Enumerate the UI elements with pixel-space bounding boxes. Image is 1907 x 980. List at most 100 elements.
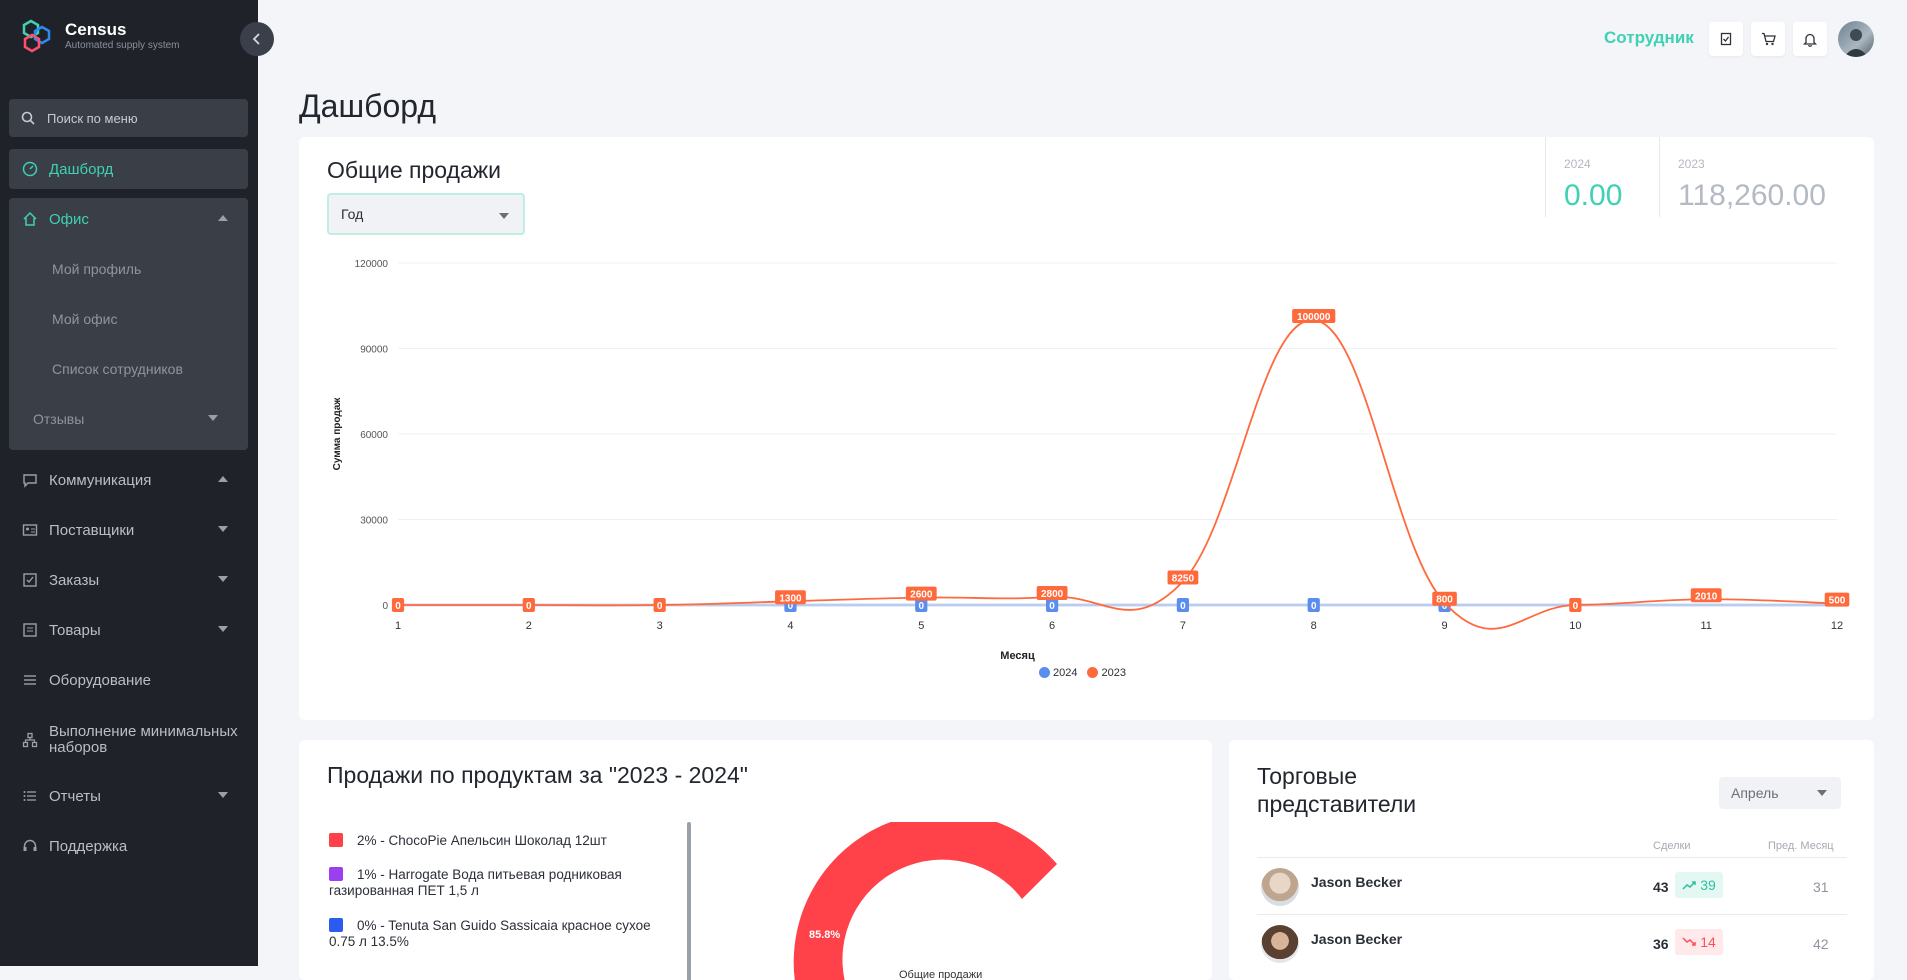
trend-badge: 39 <box>1675 872 1723 898</box>
legend-label: 2023 <box>1101 667 1126 679</box>
y-tick-label: 60000 <box>360 430 388 441</box>
sidebar-item-label: Поставщики <box>49 521 135 539</box>
table-row[interactable]: Jason Becker 36 14 42 <box>1257 914 1847 972</box>
data-label: 0 <box>1311 601 1317 612</box>
sidebar-item-min-sets[interactable]: Выполнение минимальных наборов <box>9 718 248 762</box>
chevron-down-icon <box>218 526 228 532</box>
legend-item-2024[interactable]: 2024 <box>1039 667 1077 679</box>
x-tick-label: 2 <box>526 620 532 632</box>
app-name: Census <box>65 20 127 39</box>
sidebar-subitem-my-office[interactable]: Мой офис <box>52 311 117 327</box>
menu-search-input[interactable] <box>45 109 239 127</box>
id-card-icon <box>22 522 38 538</box>
legend-scrollbar[interactable] <box>687 822 691 980</box>
table-row[interactable]: Jason Becker 43 39 31 <box>1257 857 1847 915</box>
legend-swatch <box>329 833 343 847</box>
legend-swatch <box>329 867 343 881</box>
cart-icon <box>1761 32 1776 46</box>
x-tick-label: 7 <box>1180 620 1186 632</box>
data-label: 2010 <box>1695 591 1718 602</box>
x-tick-label: 4 <box>787 620 793 632</box>
chevron-down-icon <box>208 415 218 421</box>
sidebar-item-label: Выполнение минимальных наборов <box>49 723 238 756</box>
x-tick-label: 3 <box>657 620 663 632</box>
col-header-deals: Сделки <box>1653 840 1691 852</box>
app-logo[interactable]: Census Automated supply system <box>20 19 180 53</box>
pie-legend-item[interactable]: 0% - Tenuta San Guido Sassicaia красное … <box>329 918 669 950</box>
chevron-down-icon <box>218 626 228 632</box>
month-select-value: Апрель <box>1731 785 1779 801</box>
data-label: 800 <box>1436 595 1453 606</box>
chevron-down-icon <box>218 576 228 582</box>
trend-value: 14 <box>1700 934 1716 950</box>
sidebar-item-label: Отчеты <box>49 787 101 805</box>
sidebar-item-label: Товары <box>49 621 101 639</box>
y-tick-label: 90000 <box>360 345 388 356</box>
legend-dot <box>1039 667 1050 678</box>
page-title: Дашборд <box>299 88 436 124</box>
pie-legend-item[interactable]: 2% - ChocoPie Апельсин Шоколад 12шт <box>329 833 669 849</box>
x-axis-title: Месяц <box>1000 650 1035 662</box>
census-logo-icon <box>22 19 51 53</box>
sidebar-item-support[interactable]: Поддержка <box>9 826 248 866</box>
deals-count: 36 <box>1653 936 1669 952</box>
sidebar-subitem-reviews[interactable]: Отзывы <box>9 399 248 439</box>
x-tick-label: 10 <box>1569 620 1581 632</box>
data-label: 0 <box>1049 601 1055 612</box>
pie-legend-item[interactable]: 1% - Harrogate Вода питьевая родниковая … <box>329 867 669 899</box>
sidebar-item-products[interactable]: Товары <box>9 610 248 650</box>
sidebar-item-office[interactable]: Офис <box>9 199 248 239</box>
sidebar-item-label: Поддержка <box>49 837 128 855</box>
cart-button[interactable] <box>1751 22 1785 56</box>
tasks-button[interactable] <box>1709 22 1743 56</box>
legend-swatch <box>329 918 343 932</box>
chevron-up-icon <box>218 476 228 482</box>
legend-dot <box>1087 667 1099 678</box>
sidebar-item-label: Оборудование <box>49 671 152 689</box>
data-label: 500 <box>1829 596 1846 607</box>
data-label: 0 <box>657 601 663 612</box>
sidebar-item-equipment[interactable]: Оборудование <box>9 660 248 700</box>
x-tick-label: 9 <box>1441 620 1447 632</box>
sidebar-subitem-employees[interactable]: Список сотрудников <box>52 361 183 377</box>
sidebar-item-label: Заказы <box>49 571 100 589</box>
data-label: 100000 <box>1297 312 1331 323</box>
sidebar-item-orders[interactable]: Заказы <box>9 560 248 600</box>
data-label: 0 <box>526 601 532 612</box>
deals-count: 43 <box>1653 879 1669 895</box>
data-label: 2600 <box>910 590 933 601</box>
donut-percent-label: 85.8% <box>809 929 840 941</box>
sidebar-subitem-profile[interactable]: Мой профиль <box>52 261 141 277</box>
data-label: 0 <box>918 601 924 612</box>
sidebar-item-label: Отзывы <box>33 411 85 427</box>
sidebar-item-communication[interactable]: Коммуникация <box>9 460 248 500</box>
chat-icon <box>22 472 38 488</box>
notifications-button[interactable] <box>1793 22 1827 56</box>
sales-reps-card: Торговые представители Апрель Сделки Пре… <box>1229 740 1874 980</box>
prev-month-value: 42 <box>1813 936 1829 952</box>
sidebar: Census Automated supply system Дашборд О… <box>0 0 258 966</box>
x-tick-label: 8 <box>1311 620 1317 632</box>
sidebar-item-dashboard[interactable]: Дашборд <box>9 149 248 189</box>
chart-legend: 2024 2023 <box>1039 667 1126 679</box>
clipboard-check-icon <box>1720 32 1732 46</box>
total-sales-card: Общие продажи Год 2024 0.00 2023 118,260… <box>299 137 1874 720</box>
data-label: 0 <box>1180 601 1186 612</box>
data-label: 1300 <box>779 593 802 604</box>
list-icon <box>22 788 38 804</box>
sidebar-item-reports[interactable]: Отчеты <box>9 776 248 816</box>
month-select[interactable]: Апрель <box>1719 777 1841 809</box>
legend-item-2023[interactable]: 2023 <box>1087 667 1126 679</box>
card-title: Продажи по продуктам за "2023 - 2024" <box>327 762 748 788</box>
role-link[interactable]: Сотрудник <box>1604 28 1694 48</box>
sidebar-item-label: Коммуникация <box>49 471 152 489</box>
user-avatar[interactable] <box>1838 21 1874 57</box>
checkbox-icon <box>22 572 38 588</box>
trend-value: 39 <box>1700 877 1716 893</box>
donut-center-label: Общие продажи <box>899 969 982 980</box>
y-tick-label: 30000 <box>360 516 388 527</box>
chevron-up-icon <box>218 215 228 221</box>
y-axis-title: Сумма продаж <box>332 397 343 471</box>
sidebar-item-suppliers[interactable]: Поставщики <box>9 510 248 550</box>
sidebar-collapse-button[interactable] <box>240 22 274 56</box>
